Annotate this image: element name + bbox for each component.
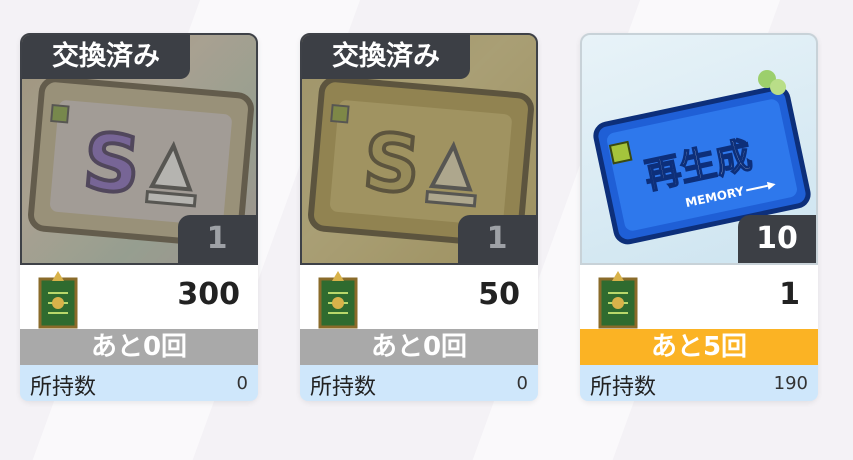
owned-label: 所持数 (310, 375, 377, 400)
banner-currency-icon (598, 271, 638, 329)
owned-row: 所持数 190 (580, 365, 818, 401)
shop-item-card[interactable]: S 交換済み 1 50 あと0回 所持数 0 (300, 33, 538, 401)
remaining-count: あと0回 (20, 329, 258, 365)
owned-label: 所持数 (30, 375, 97, 400)
item-quantity: 1 (178, 215, 256, 263)
item-quantity: 1 (458, 215, 536, 263)
remaining-count: あと5回 (580, 329, 818, 365)
banner-currency-icon (318, 271, 358, 329)
price-row: 300 (20, 269, 258, 329)
owned-value: 0 (236, 373, 248, 394)
exchanged-badge: 交換済み (22, 35, 190, 79)
item-quantity: 10 (738, 215, 816, 263)
banner-currency-icon (38, 271, 78, 329)
item-thumbnail: S 交換済み 1 (20, 33, 258, 265)
price-value: 300 (177, 277, 240, 312)
owned-row: 所持数 0 (300, 365, 538, 401)
owned-value: 0 (516, 373, 528, 394)
price-row: 50 (300, 269, 538, 329)
price-value: 1 (779, 277, 800, 312)
shop-item-card[interactable]: S 交換済み 1 300 あと0回 所持数 0 (20, 33, 258, 401)
price-row: 1 (580, 269, 818, 329)
price-value: 50 (478, 277, 520, 312)
shop-item-card[interactable]: 再生成 MEMORY 10 1 あと5回 所持数 190 (580, 33, 818, 401)
owned-label: 所持数 (590, 375, 657, 400)
item-thumbnail: S 交換済み 1 (300, 33, 538, 265)
remaining-count: あと0回 (300, 329, 538, 365)
item-thumbnail: 再生成 MEMORY 10 (580, 33, 818, 265)
owned-value: 190 (773, 373, 808, 394)
owned-row: 所持数 0 (20, 365, 258, 401)
exchanged-badge: 交換済み (302, 35, 470, 79)
